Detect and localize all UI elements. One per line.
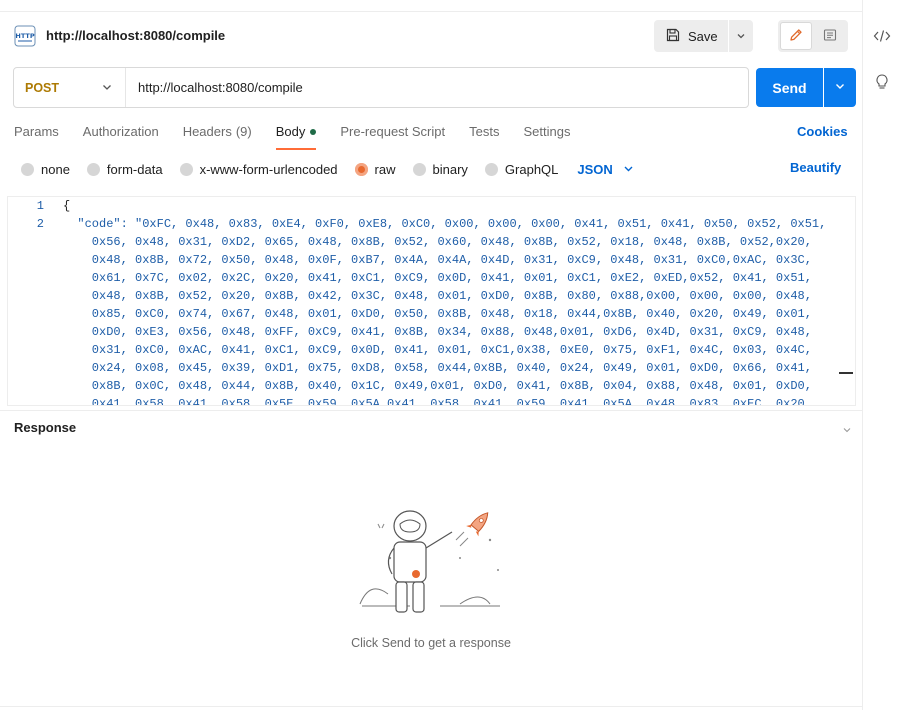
send-group: Send — [756, 68, 856, 107]
code-line: 0x48, 0x8B, 0x72, 0x50, 0x48, 0x0F, 0xB7… — [63, 253, 812, 267]
line-gutter: 1 2 — [8, 197, 52, 405]
response-header[interactable]: Response — [0, 410, 862, 443]
tab-label: Settings — [523, 124, 571, 139]
code-line: 0x56, 0x48, 0x31, 0xD2, 0x65, 0x48, 0x8B… — [63, 235, 812, 249]
save-label: Save — [688, 28, 718, 44]
send-options-button[interactable] — [824, 68, 856, 107]
code-line: 0x24, 0x08, 0x45, 0x39, 0xD1, 0x75, 0xD8… — [63, 361, 812, 375]
view-mode-toggle — [778, 20, 848, 52]
document-icon — [822, 27, 838, 46]
method-label: POST — [25, 80, 60, 95]
tab-authorization[interactable]: Authorization — [83, 124, 159, 148]
modified-dot-icon — [310, 129, 317, 135]
code-area[interactable]: { "code": "0xFC, 0x48, 0x83, 0xE4, 0xF0,… — [63, 197, 837, 405]
radio-button[interactable] — [179, 162, 193, 176]
radio-label: GraphQL — [504, 161, 559, 177]
radio-label: form-data — [106, 161, 163, 177]
radio-button[interactable] — [412, 162, 426, 176]
body-type-options: none form-data x-www-form-urlencoded raw… — [21, 160, 634, 178]
chevron-down-icon[interactable] — [842, 423, 852, 438]
code-icon — [873, 29, 891, 46]
radio-label: x-www-form-urlencoded — [199, 161, 338, 177]
editor-scrollbar[interactable] — [839, 372, 853, 374]
radio-button-selected[interactable] — [354, 162, 368, 176]
send-button[interactable]: Send — [756, 68, 823, 107]
beautify-link[interactable]: Beautify — [790, 160, 841, 175]
body-type-binary[interactable]: binary — [412, 161, 468, 177]
raw-format-select[interactable]: JSON — [577, 162, 633, 177]
url-bar: POST — [13, 67, 749, 108]
body-type-raw[interactable]: raw — [354, 161, 396, 177]
line-number: 2 — [36, 217, 44, 231]
top-strip — [0, 0, 862, 12]
save-group: Save — [654, 20, 753, 52]
tab-pre-request-script[interactable]: Pre-request Script — [340, 124, 445, 148]
tab-tests[interactable]: Tests — [469, 124, 499, 148]
code-line: 0x41, 0x58, 0x41, 0x58, 0x5E, 0x59, 0x5A… — [63, 397, 812, 406]
lightbulb-icon — [874, 73, 890, 94]
format-label: JSON — [577, 161, 613, 177]
tab-body[interactable]: Body — [275, 124, 317, 150]
radio-label: binary — [432, 161, 468, 177]
tab-params[interactable]: Params — [14, 124, 59, 148]
code-line: 0x48, 0x8B, 0x52, 0x20, 0x8B, 0x42, 0x3C… — [63, 289, 812, 303]
chevron-down-icon — [736, 29, 746, 44]
code-line: 0x61, 0x7C, 0x02, 0x2C, 0x20, 0x41, 0xC1… — [63, 271, 812, 285]
code-line: 0xD0, 0xE3, 0x56, 0x48, 0xFF, 0xC9, 0x41… — [63, 325, 812, 339]
svg-text:HTTP: HTTP — [15, 32, 34, 40]
edit-mode-button[interactable] — [780, 22, 812, 50]
request-header: HTTP http://localhost:8080/compile Save — [0, 12, 862, 60]
tab-headers[interactable]: Headers (9) — [183, 124, 252, 148]
line-number: 1 — [36, 199, 44, 213]
request-tabs: Params Authorization Headers (9) Body Pre… — [14, 124, 594, 150]
radio-button[interactable] — [86, 162, 100, 176]
body-type-graphql[interactable]: GraphQL — [484, 161, 559, 177]
tab-label: Authorization — [82, 124, 159, 139]
headers-count: (9) — [235, 124, 252, 139]
tab-label: Params — [14, 124, 59, 139]
right-sidebar — [862, 0, 897, 710]
method-select[interactable]: POST — [14, 68, 126, 107]
chevron-down-icon — [834, 80, 846, 95]
http-request-icon: HTTP — [14, 25, 36, 47]
tab-settings[interactable]: Settings — [523, 124, 570, 148]
tab-label: Pre-request Script — [340, 124, 446, 139]
radio-label: raw — [374, 161, 396, 177]
chevron-down-icon — [623, 162, 634, 177]
chevron-down-icon — [101, 81, 113, 96]
radio-button[interactable] — [484, 162, 498, 176]
astronaut-illustration — [340, 500, 520, 630]
body-editor[interactable]: 1 2 { "code": "0xFC, 0x48, 0x83, 0xE4, 0… — [7, 196, 856, 406]
tab-label: Tests — [469, 124, 500, 139]
tab-label: Body — [275, 124, 306, 139]
response-title: Response — [14, 420, 77, 435]
empty-response-message: Click Send to get a response — [351, 636, 511, 650]
save-icon — [666, 28, 680, 45]
pencil-icon — [788, 27, 804, 46]
radio-label: none — [41, 161, 70, 177]
save-button[interactable]: Save — [654, 20, 728, 52]
code-line: { — [63, 199, 71, 213]
body-type-urlencoded[interactable]: x-www-form-urlencoded — [179, 161, 338, 177]
url-input[interactable] — [126, 68, 748, 107]
bottom-divider — [0, 706, 862, 707]
tab-label: Headers — [182, 124, 232, 139]
code-snippet-button[interactable] — [871, 26, 893, 48]
code-line: 0x8B, 0x0C, 0x48, 0x44, 0x8B, 0x40, 0x1C… — [63, 379, 812, 393]
lightbulb-button[interactable] — [871, 72, 893, 94]
code-line: 0x31, 0xC0, 0xAC, 0x41, 0xC1, 0xC9, 0x0D… — [63, 343, 812, 357]
request-title[interactable]: http://localhost:8080/compile — [46, 28, 225, 43]
body-type-none[interactable]: none — [21, 162, 70, 177]
docs-mode-button[interactable] — [814, 22, 846, 50]
radio-button[interactable] — [21, 162, 34, 176]
code-line: "code": "0xFC, 0x48, 0x83, 0xE4, 0xF0, 0… — [63, 217, 827, 231]
save-options-button[interactable] — [729, 20, 753, 52]
body-type-form-data[interactable]: form-data — [86, 161, 163, 177]
code-line: 0x85, 0xC0, 0x74, 0x67, 0x48, 0x01, 0xD0… — [63, 307, 812, 321]
cookies-link[interactable]: Cookies — [797, 124, 848, 139]
